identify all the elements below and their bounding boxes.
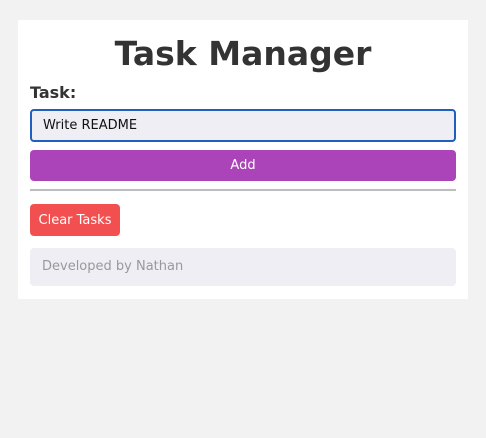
footer-credit: Developed by Nathan <box>30 248 456 286</box>
add-button[interactable]: Add <box>30 150 456 181</box>
task-input[interactable] <box>30 109 456 142</box>
divider <box>30 189 456 191</box>
task-label: Task: <box>30 83 77 102</box>
task-manager-card: Task Manager Task: Add Clear Tasks Devel… <box>18 20 468 299</box>
clear-tasks-button[interactable]: Clear Tasks <box>30 204 120 236</box>
page-title: Task Manager <box>114 34 372 73</box>
